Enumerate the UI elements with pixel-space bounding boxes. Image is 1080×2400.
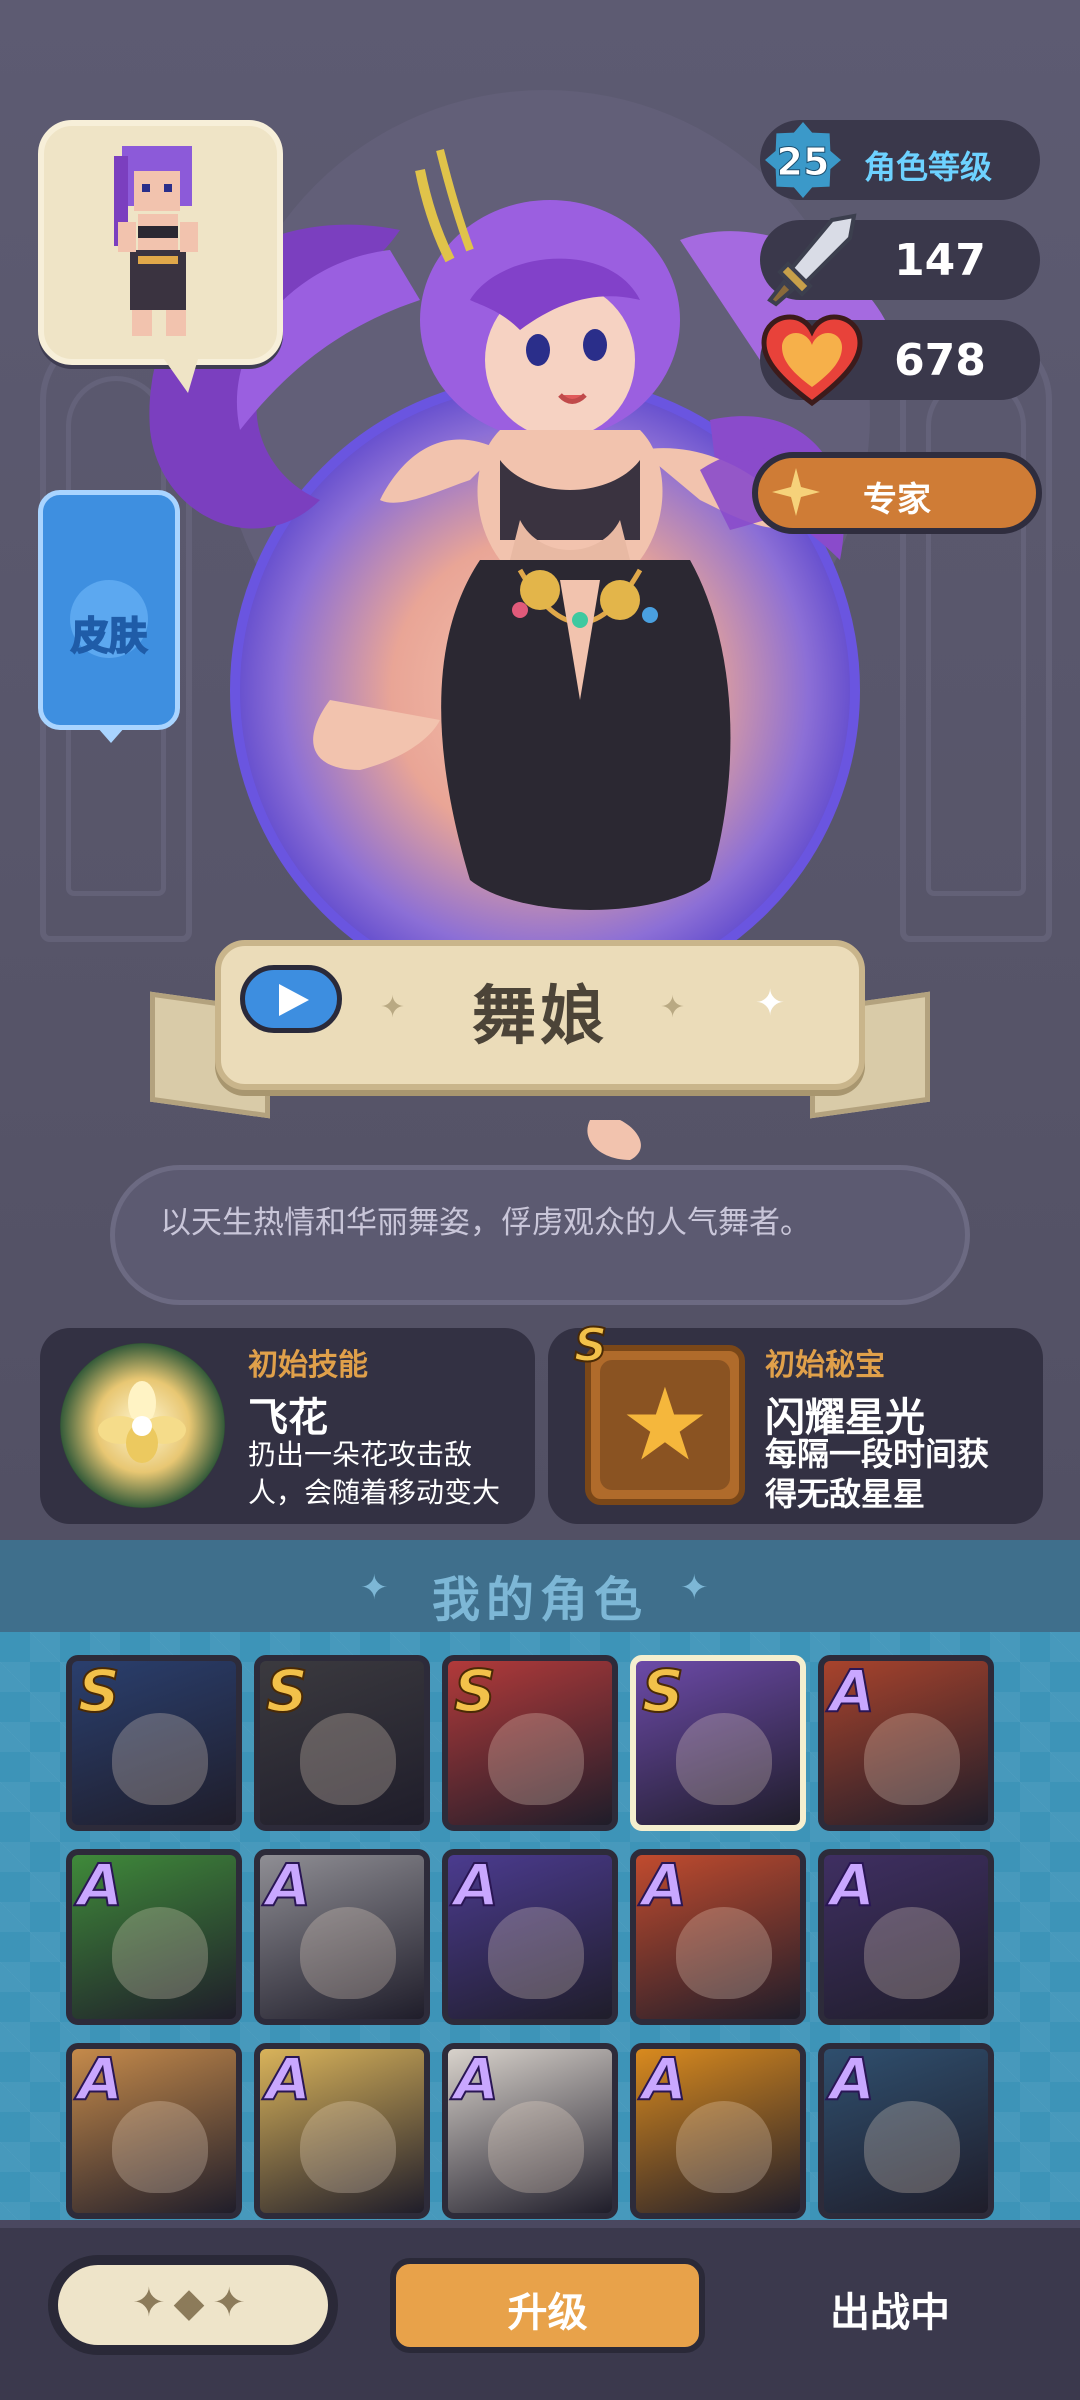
- hero-rank-badge: A: [641, 2045, 688, 2114]
- heart-icon: [761, 314, 863, 407]
- hero-card[interactable]: S: [254, 1655, 430, 1831]
- hero-rank-badge: S: [453, 1657, 497, 1726]
- hero-portrait: [300, 1907, 396, 1999]
- skill-header: 初始技能: [248, 1348, 368, 1383]
- hero-card[interactable]: S: [66, 1655, 242, 1831]
- hp-value: 678: [894, 335, 986, 386]
- hero-card[interactable]: A: [254, 2043, 430, 2219]
- skin-tag-tip: [97, 727, 125, 743]
- hero-card[interactable]: A: [442, 2043, 618, 2219]
- treasure-header: 初始秘宝: [765, 1348, 885, 1383]
- ornament-glyph: ✦◆✦: [132, 2280, 254, 2326]
- hero-portrait: [864, 1907, 960, 1999]
- hero-portrait: [864, 2101, 960, 2193]
- star-icon: ★: [620, 1366, 710, 1483]
- hero-rank-badge: S: [265, 1657, 309, 1726]
- rank-label: 专家: [863, 480, 931, 520]
- hero-rank-badge: A: [829, 1851, 876, 1920]
- treasure-grade-badge: S: [573, 1317, 608, 1373]
- hero-card[interactable]: A: [442, 1849, 618, 2025]
- flower-petals: [98, 1381, 186, 1463]
- hero-portrait: [112, 2101, 208, 2193]
- hero-portrait: [676, 1907, 772, 1999]
- treasure-desc-line1: 每隔一段时间获: [765, 1435, 990, 1473]
- hero-card[interactable]: A: [630, 2043, 806, 2219]
- skill-desc-line1: 扔出一朵花攻击敌: [248, 1438, 473, 1471]
- skill-desc-line2: 人，会随着移动变大: [248, 1476, 501, 1509]
- roster-header-ornament-right: ✦: [680, 1568, 709, 1608]
- hero-card[interactable]: A: [818, 1849, 994, 2025]
- banner-sparkle-icon: ✦: [755, 983, 786, 1024]
- hero-card[interactable]: A: [818, 1655, 994, 1831]
- hero-rank-badge: A: [77, 1851, 124, 1920]
- hero-portrait: [488, 2101, 584, 2193]
- hero-card[interactable]: S: [630, 1655, 806, 1831]
- level-label: 角色等级: [864, 148, 993, 186]
- hero-portrait: [488, 1713, 584, 1805]
- hero-portrait: [676, 1713, 772, 1805]
- hero-portrait: [112, 1907, 208, 1999]
- hero-portrait: [300, 1713, 396, 1805]
- upgrade-button-label: 升级: [507, 2290, 588, 2336]
- hero-portrait: [112, 1713, 208, 1805]
- hero-rank-badge: S: [641, 1657, 685, 1726]
- hero-portrait: [676, 2101, 772, 2193]
- pixel-avatar-frame: [38, 120, 283, 393]
- hero-rank-badge: S: [77, 1657, 121, 1726]
- hero-rank-badge: A: [453, 1851, 500, 1920]
- hero-rank-badge: A: [829, 2045, 876, 2114]
- treasure-desc-line2: 得无敌星星: [765, 1475, 926, 1513]
- hero-card[interactable]: A: [630, 1849, 806, 2025]
- hero-portrait: [300, 2101, 396, 2193]
- skill-name: 飞花: [248, 1395, 328, 1441]
- hero-rank-badge: A: [265, 1851, 312, 1920]
- hero-portrait: [864, 1713, 960, 1805]
- hero-card[interactable]: A: [66, 1849, 242, 2025]
- hero-card[interactable]: A: [254, 1849, 430, 2025]
- roster-grid: S S S S A A A A A A A A A A A: [66, 1655, 1006, 2219]
- hero-card[interactable]: S: [442, 1655, 618, 1831]
- character-description: 以天生热情和华丽舞姿，俘虏观众的人气舞者。: [160, 1205, 811, 1241]
- hero-card[interactable]: A: [66, 2043, 242, 2219]
- roster-title: 我的角色: [431, 1572, 648, 1628]
- skin-button-label: 皮肤: [70, 613, 148, 659]
- sword-icon: [767, 213, 857, 307]
- hero-rank-badge: A: [641, 1851, 688, 1920]
- hero-rank-badge: A: [265, 2045, 312, 2114]
- hero-portrait: [488, 1907, 584, 1999]
- hero-rank-badge: A: [453, 2045, 500, 2114]
- hero-rank-badge: A: [77, 2045, 124, 2114]
- pixel-avatar: [114, 146, 198, 336]
- hero-card[interactable]: A: [818, 2043, 994, 2219]
- attack-value: 147: [894, 235, 986, 286]
- deployed-status: 出战中: [830, 2290, 950, 2336]
- hero-rank-badge: A: [829, 1657, 876, 1726]
- level-value: 25: [776, 140, 830, 185]
